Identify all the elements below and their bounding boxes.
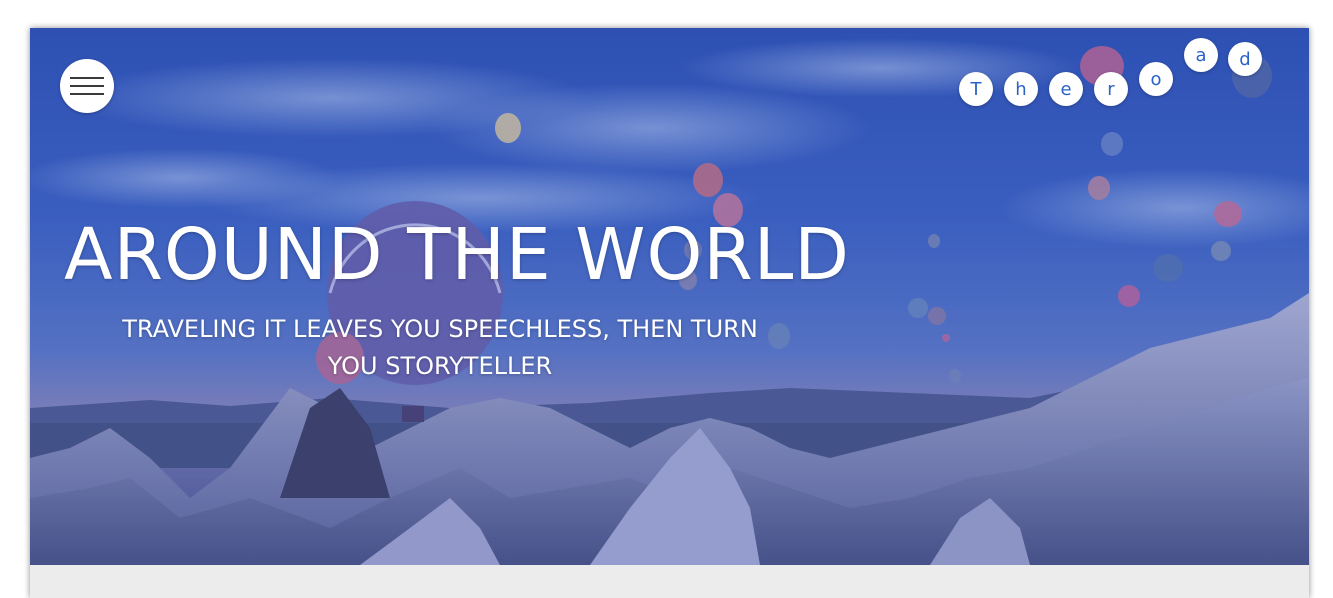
hamburger-menu-button[interactable]	[60, 59, 114, 113]
logo-letter-r[interactable]: r	[1094, 72, 1128, 106]
logo-letter-e[interactable]: e	[1049, 72, 1083, 106]
hero-background-image	[30, 28, 1309, 565]
hamburger-icon	[70, 77, 104, 79]
hero-title: AROUND THE WORLD	[64, 213, 850, 296]
content-section	[30, 565, 1309, 598]
hero-section: T h e r o a d AROUND THE WORLD TRAVELING…	[30, 28, 1309, 565]
hamburger-icon	[70, 93, 104, 95]
logo-letter-a[interactable]: a	[1184, 38, 1218, 72]
logo-letter-o[interactable]: o	[1139, 62, 1173, 96]
page-frame: T h e r o a d AROUND THE WORLD TRAVELING…	[30, 28, 1309, 598]
logo-letter-h[interactable]: h	[1004, 72, 1038, 106]
hero-subtitle: TRAVELING IT LEAVES YOU SPEECHLESS, THEN…	[122, 315, 758, 380]
hamburger-icon	[70, 85, 104, 87]
logo-letter-d[interactable]: d	[1228, 42, 1262, 76]
logo-letter-t[interactable]: T	[959, 72, 993, 106]
